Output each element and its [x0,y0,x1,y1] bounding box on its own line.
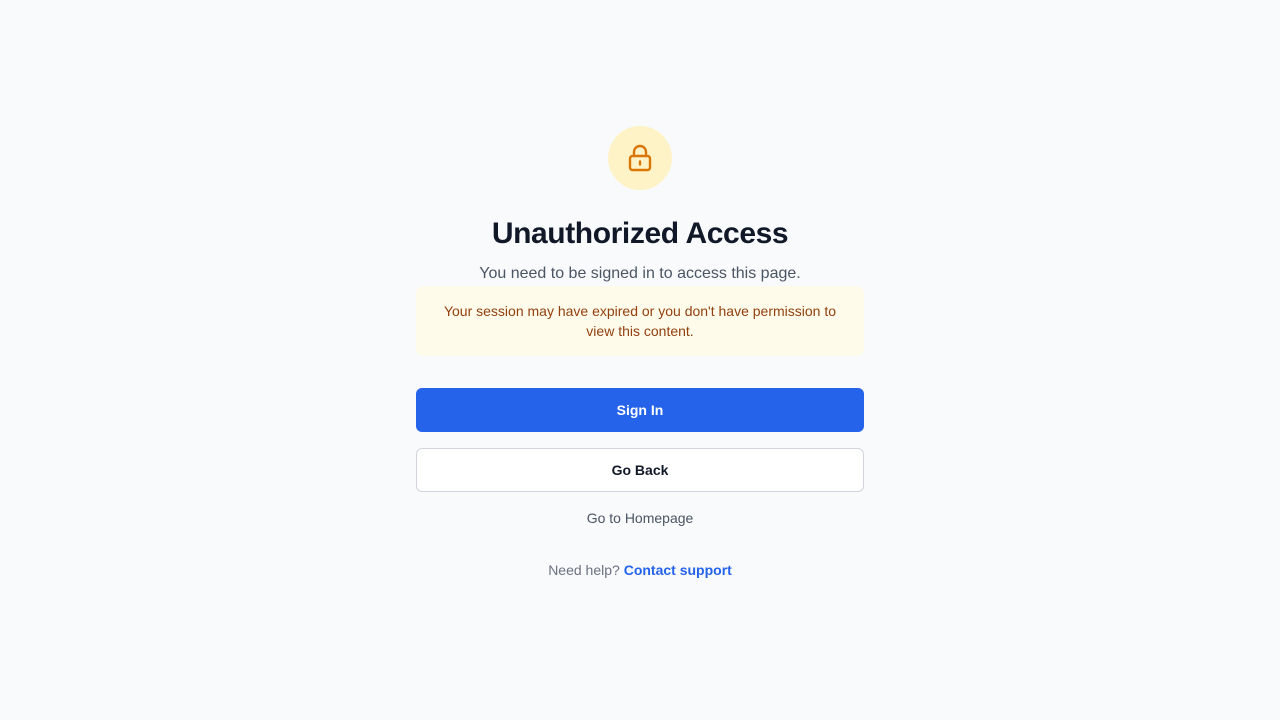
go-to-homepage-link[interactable]: Go to Homepage [587,508,694,528]
go-back-button[interactable]: Go Back [416,448,864,492]
lock-icon-badge [608,126,672,190]
unauthorized-card: Unauthorized Access You need to be signe… [416,126,864,580]
contact-support-link[interactable]: Contact support [624,562,732,578]
sign-in-button[interactable]: Sign In [416,388,864,432]
unauthorized-page: Unauthorized Access You need to be signe… [0,0,1280,720]
notice-text: Your session may have expired or you don… [443,303,837,339]
lock-icon [628,144,652,172]
session-warning-notice: Your session may have expired or you don… [416,286,864,356]
page-title: Unauthorized Access [491,217,789,250]
help-prompt: Need help? [548,562,620,578]
page-subtitle: You need to be signed in to access this … [479,265,801,282]
help-line: Need help? Contact support [548,560,732,580]
